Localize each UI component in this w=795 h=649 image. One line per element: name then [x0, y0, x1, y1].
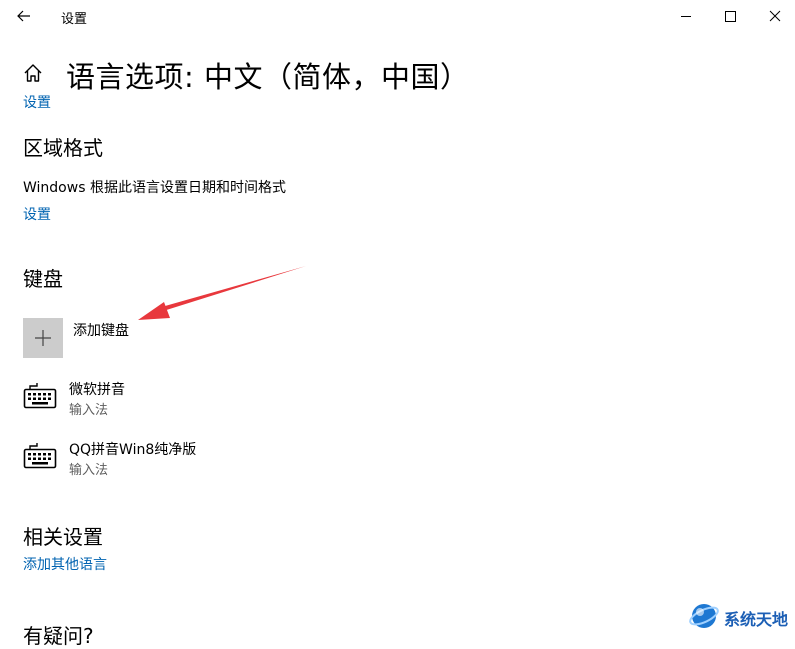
add-other-language-link[interactable]: 添加其他语言	[23, 554, 107, 574]
keyboard-item-microsoft-pinyin[interactable]: 微软拼音 输入法	[23, 378, 403, 422]
keyboard-item-type: 输入法	[69, 403, 109, 418]
language-settings-link[interactable]: 设置	[23, 92, 51, 112]
keyboard-heading: 键盘	[23, 267, 63, 291]
keyboard-item-name: 微软拼音	[69, 382, 125, 398]
back-button[interactable]	[14, 6, 34, 26]
keyboard-item-qq-pinyin[interactable]: QQ拼音Win8纯净版 输入法	[23, 438, 403, 482]
page-title: 语言选项: 中文（简体，中国）	[66, 60, 470, 94]
keyboard-icon	[23, 382, 57, 414]
minimize-button[interactable]	[672, 4, 700, 28]
keyboard-item-name: QQ拼音Win8纯净版	[69, 442, 197, 458]
maximize-button[interactable]	[716, 4, 744, 28]
region-format-heading: 区域格式	[23, 136, 103, 160]
region-format-description: Windows 根据此语言设置日期和时间格式	[23, 180, 286, 196]
watermark: 系统天地	[688, 600, 795, 632]
keyboard-icon	[23, 442, 57, 474]
watermark-text: 系统天地	[724, 610, 789, 629]
globe-logo-icon	[688, 600, 720, 636]
plus-icon	[23, 330, 63, 362]
annotation-arrow	[130, 262, 310, 326]
add-tile	[23, 318, 63, 358]
related-settings-heading: 相关设置	[23, 525, 103, 549]
window-title: 设置	[61, 12, 88, 27]
questions-heading: 有疑问?	[23, 624, 94, 648]
add-keyboard-label: 添加键盘	[73, 323, 129, 339]
region-settings-link[interactable]: 设置	[23, 204, 51, 224]
home-icon	[22, 64, 44, 88]
close-icon	[761, 10, 789, 32]
minimize-icon	[672, 13, 700, 32]
arrow-left-icon	[14, 10, 34, 30]
home-button[interactable]	[22, 62, 44, 84]
maximize-icon	[716, 11, 744, 32]
keyboard-item-type: 输入法	[69, 463, 109, 478]
close-button[interactable]	[761, 4, 789, 28]
